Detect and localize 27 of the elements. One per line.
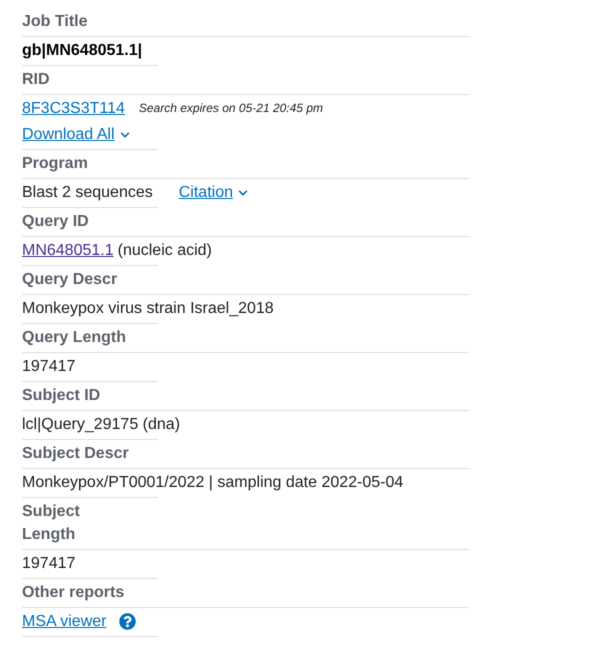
download-all-link[interactable]: Download All [22,125,130,144]
field-label: Query Descr [22,270,118,290]
help-icon[interactable] [119,613,136,630]
field-value: (nucleic acid) [118,241,212,260]
field-value: Blast 2 sequences [22,183,153,202]
field-value: lcl|Query_29175 (dna) [22,415,180,434]
field-label: Subject Descr [22,444,130,464]
field-label: Subject ID [22,386,102,406]
citation-link[interactable]: Citation [178,183,248,202]
field-value: Monkeypox/PT0001/2022 | sampling date 2022-05-04 [22,473,404,492]
field-label: Query Length [22,328,128,348]
job-title-value: gb|MN648051.1| [22,41,142,60]
field-value: Monkeypox virus strain Israel_2018 [22,299,274,318]
field-label: Query ID [22,212,90,232]
field-label: Job Title [22,12,88,32]
link[interactable]: MN648051.1 [22,241,114,260]
msa-viewer-link[interactable]: MSA viewer [22,612,106,631]
chevron-down-icon [120,130,130,140]
field-label: Other reports [22,583,126,603]
field-value: 197417 [22,357,76,376]
chevron-down-icon [238,188,248,198]
field-value: 197417 [22,554,76,573]
expiry-note: Search expires on 05-21 20:45 pm [138,100,323,117]
field-label: Program [22,154,89,174]
field-label: RID [22,70,51,90]
field-label: Subject Length [22,502,81,545]
link[interactable]: 8F3C3S3T114 [22,99,125,118]
